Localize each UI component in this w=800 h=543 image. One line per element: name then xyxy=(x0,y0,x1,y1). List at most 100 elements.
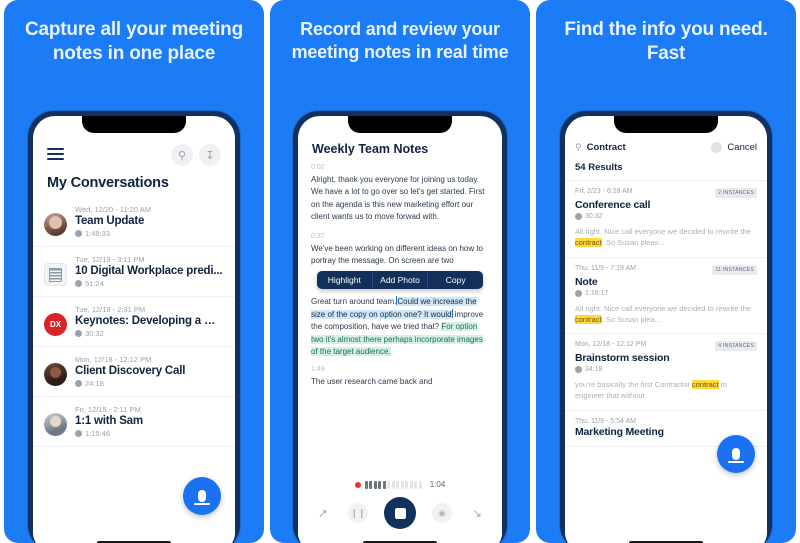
search-input[interactable]: Contract xyxy=(587,142,707,153)
selection-caret-end xyxy=(451,308,453,318)
status-badge: 4 INSTANCES xyxy=(715,341,757,351)
copy-button[interactable]: Copy xyxy=(428,271,483,289)
segment-text[interactable]: We've been working on different ideas on… xyxy=(311,243,489,268)
duration-text: 1:48:33 xyxy=(85,229,111,238)
result-duration: 34:18 xyxy=(575,366,757,373)
snippet-match: contract xyxy=(691,380,719,389)
search-results-list: Fri, 2/23 - 6:28 AM 2 INSTANCES Conferen… xyxy=(565,181,767,447)
microphone-icon xyxy=(194,490,210,505)
list-item-title: 10 Digital Workplace predi... xyxy=(75,265,223,277)
panel-1-headline: Capture all your meeting notes in one pl… xyxy=(25,19,243,65)
camera-icon[interactable]: ◉ xyxy=(432,503,452,523)
status-badge: 2 INSTANCES xyxy=(715,188,757,198)
phone-mockup-1: ⚲ ↧ My Conversations Wed, 12/20 - 11:20 … xyxy=(28,111,240,543)
phone-mockup-3: ⚲ Contract Cancel 54 Results Fri, 2/23 -… xyxy=(560,111,772,543)
list-item[interactable]: Fri, 2/23 - 6:28 AM 2 INSTANCES Conferen… xyxy=(565,181,767,258)
phone-3-screen: ⚲ Contract Cancel 54 Results Fri, 2/23 -… xyxy=(565,116,767,543)
list-item-title: Client Discovery Call xyxy=(75,365,186,377)
stop-button[interactable] xyxy=(384,497,416,529)
snippet-match: contract xyxy=(575,314,602,324)
transcript-body: 0:02 Alright, thank you everyone for joi… xyxy=(298,164,502,389)
dx-logo-icon: DX xyxy=(44,313,67,336)
duration-text: 34:18 xyxy=(585,366,603,373)
result-duration: 1:16:17 xyxy=(575,289,757,297)
result-date: Thu, 11/9 - 5:54 AM xyxy=(575,417,636,425)
list-item-date: Fri, 12/15 - 2:11 PM xyxy=(75,405,141,414)
snippet-after: . So Susan pleas... xyxy=(601,238,665,248)
duration-text: 30:32 xyxy=(585,213,603,220)
result-date: Fri, 2/23 - 6:28 AM xyxy=(575,188,633,195)
result-duration: 30:32 xyxy=(575,213,757,220)
avatar xyxy=(44,213,67,236)
audio-meter: 1:04 xyxy=(310,474,490,497)
clear-icon[interactable] xyxy=(711,142,723,153)
text-context-menu[interactable]: Highlight Add Photo Copy xyxy=(317,271,483,290)
duration-text: 24:18 xyxy=(85,379,104,388)
segment-timestamp: 1:49 xyxy=(311,366,325,374)
result-snippet: you're basically the first Contractor co… xyxy=(575,379,757,402)
list-item-duration: 1:15:46 xyxy=(75,429,223,438)
plain-text-before: Great turn around team. xyxy=(311,297,397,307)
duration-text: 30:32 xyxy=(85,329,104,338)
clock-icon xyxy=(575,289,582,297)
list-item[interactable]: Wed, 12/20 - 11:20 AM Team Update 1:48:3… xyxy=(33,197,235,247)
avatar xyxy=(44,363,67,386)
segment-timestamp: 0:02 xyxy=(311,164,325,171)
clock-icon xyxy=(575,213,582,220)
list-item[interactable]: Mon, 12/18 - 12:12 PM Client Discovery C… xyxy=(33,347,235,397)
phone-1-screen: ⚲ ↧ My Conversations Wed, 12/20 - 11:20 … xyxy=(33,116,235,543)
snippet-before: you're basically the first Contractor xyxy=(575,380,692,389)
document-icon xyxy=(44,263,67,286)
notch xyxy=(82,116,186,133)
list-item-date: Tue, 12/19 - 2:31 PM xyxy=(75,305,146,314)
list-item[interactable]: Tue, 12/19 - 3:11 PM 10 Digital Workplac… xyxy=(33,247,235,297)
avatar xyxy=(44,413,67,436)
list-item-duration: 24:18 xyxy=(75,379,223,388)
list-item[interactable]: Thu, 11/9 - 7:19 AM 11 INSTANCES Note 1:… xyxy=(565,258,767,334)
recording-time: 1:04 xyxy=(429,480,446,489)
clock-icon xyxy=(75,280,82,287)
pause-icon[interactable]: ❙❙ xyxy=(348,503,368,523)
list-item-duration: 51:24 xyxy=(75,279,223,288)
result-date: Mon, 12/18 - 12:12 PM xyxy=(575,341,647,348)
result-snippet: All right. Nice call everyone we decided… xyxy=(575,303,757,326)
notch xyxy=(348,116,452,133)
promo-panel-2: Record and review your meeting notes in … xyxy=(270,0,530,543)
selected-paragraph[interactable]: Great turn around team.Could we increase… xyxy=(311,296,489,358)
list-item-title: 1:1 with Sam xyxy=(75,415,143,427)
record-microphone-button[interactable] xyxy=(183,477,221,515)
add-photo-button[interactable]: Add Photo xyxy=(373,271,429,290)
highlight-button[interactable]: Highlight xyxy=(317,271,373,290)
snippet-after: . So Susan plea... xyxy=(601,314,661,324)
list-item-date: Wed, 12/20 - 11:20 AM xyxy=(75,205,152,214)
notch xyxy=(614,116,718,133)
panel-3-headline: Find the info you need. Fast xyxy=(564,19,768,65)
search-icon[interactable]: ⚲ xyxy=(171,144,193,166)
list-item[interactable]: Fri, 12/15 - 2:11 PM 1:1 with Sam 1:15:4… xyxy=(33,397,235,447)
list-item-duration: 30:32 xyxy=(75,329,223,338)
result-title: Note xyxy=(575,275,598,288)
list-item[interactable]: Mon, 12/18 - 12:12 PM 4 INSTANCES Brains… xyxy=(565,334,767,411)
status-badge: 11 INSTANCES xyxy=(712,264,757,275)
list-item-date: Tue, 12/19 - 3:11 PM xyxy=(75,255,145,264)
clock-icon xyxy=(75,430,82,437)
snippet-match: contract xyxy=(575,238,602,248)
duration-text: 1:15:46 xyxy=(85,429,111,438)
waveform xyxy=(364,480,422,489)
hamburger-icon[interactable] xyxy=(47,147,64,163)
segment-text[interactable]: The user research came back and xyxy=(311,376,489,388)
record-microphone-button[interactable] xyxy=(717,435,755,473)
cancel-button[interactable]: Cancel xyxy=(727,142,757,153)
tag-speaker-icon[interactable]: ↘ xyxy=(468,504,486,522)
segment-text[interactable]: Alright, thank you everyone for joining … xyxy=(311,174,489,224)
clock-icon xyxy=(75,230,82,237)
save-icon[interactable]: ↧ xyxy=(199,144,221,166)
list-item[interactable]: DX Tue, 12/19 - 2:31 PM Keynotes: Develo… xyxy=(33,297,235,347)
conversation-list: Wed, 12/20 - 11:20 AM Team Update 1:48:3… xyxy=(33,197,235,447)
page-title: My Conversations xyxy=(47,175,169,191)
snippet-before: All right. Nice call everyone we decided… xyxy=(575,227,751,236)
recorder-controls: ➚ ❙❙ ◉ ↘ xyxy=(310,497,490,539)
duration-text: 51:24 xyxy=(85,279,104,288)
share-icon[interactable]: ➚ xyxy=(314,504,332,522)
clock-icon xyxy=(75,330,82,337)
